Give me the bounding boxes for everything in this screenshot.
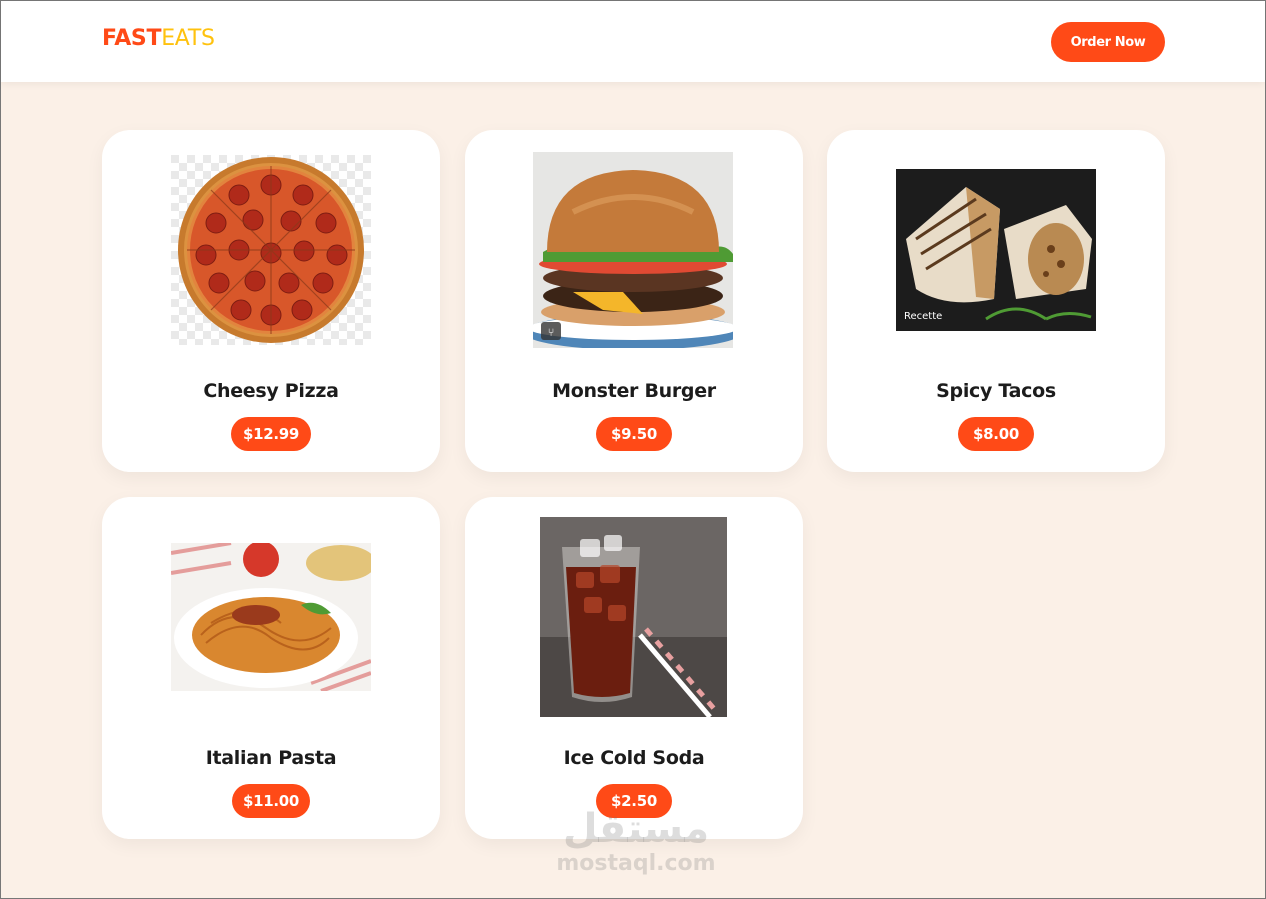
menu-card-pasta[interactable]: Italian Pasta $11.00 [102, 497, 440, 839]
burger-image: ⑂ [533, 152, 733, 348]
pizza-image [171, 155, 371, 345]
menu-item-name: Monster Burger [552, 380, 716, 402]
pasta-image [171, 543, 371, 691]
menu-item-name: Cheesy Pizza [203, 380, 339, 402]
menu-card-tacos[interactable]: Recette Spicy Tacos $8.00 [827, 130, 1165, 472]
soda-image [540, 517, 727, 717]
price-badge: $9.50 [596, 417, 672, 451]
recipe-badge: Recette [904, 311, 943, 322]
order-now-button[interactable]: Order Now [1051, 22, 1165, 62]
price-badge: $11.00 [232, 784, 310, 818]
watermark-latin: mostaql.com [556, 851, 716, 876]
tacos-image: Recette [896, 169, 1096, 331]
brand-logo[interactable]: FASTEATS [102, 26, 215, 51]
navbar: FASTEATS Order Now [1, 1, 1265, 82]
brand-logo-eats: EATS [161, 26, 215, 51]
price-badge: $8.00 [958, 417, 1034, 451]
brand-logo-fast: FAST [102, 26, 162, 51]
menu-item-name: Spicy Tacos [936, 380, 1056, 402]
price-badge: $12.99 [231, 417, 311, 451]
watermark: مستقل mostaql.com [541, 806, 731, 876]
menu-card-burger[interactable]: ⑂ Monster Burger $9.50 [465, 130, 803, 472]
svg-text:⑂: ⑂ [548, 326, 555, 339]
menu-item-name: Italian Pasta [205, 747, 337, 769]
watermark-arabic: مستقل [562, 806, 710, 852]
menu-item-name: Ice Cold Soda [563, 747, 705, 769]
menu-card-soda[interactable]: Ice Cold Soda $2.50 [465, 497, 803, 839]
menu-card-pizza[interactable]: Cheesy Pizza $12.99 [102, 130, 440, 472]
